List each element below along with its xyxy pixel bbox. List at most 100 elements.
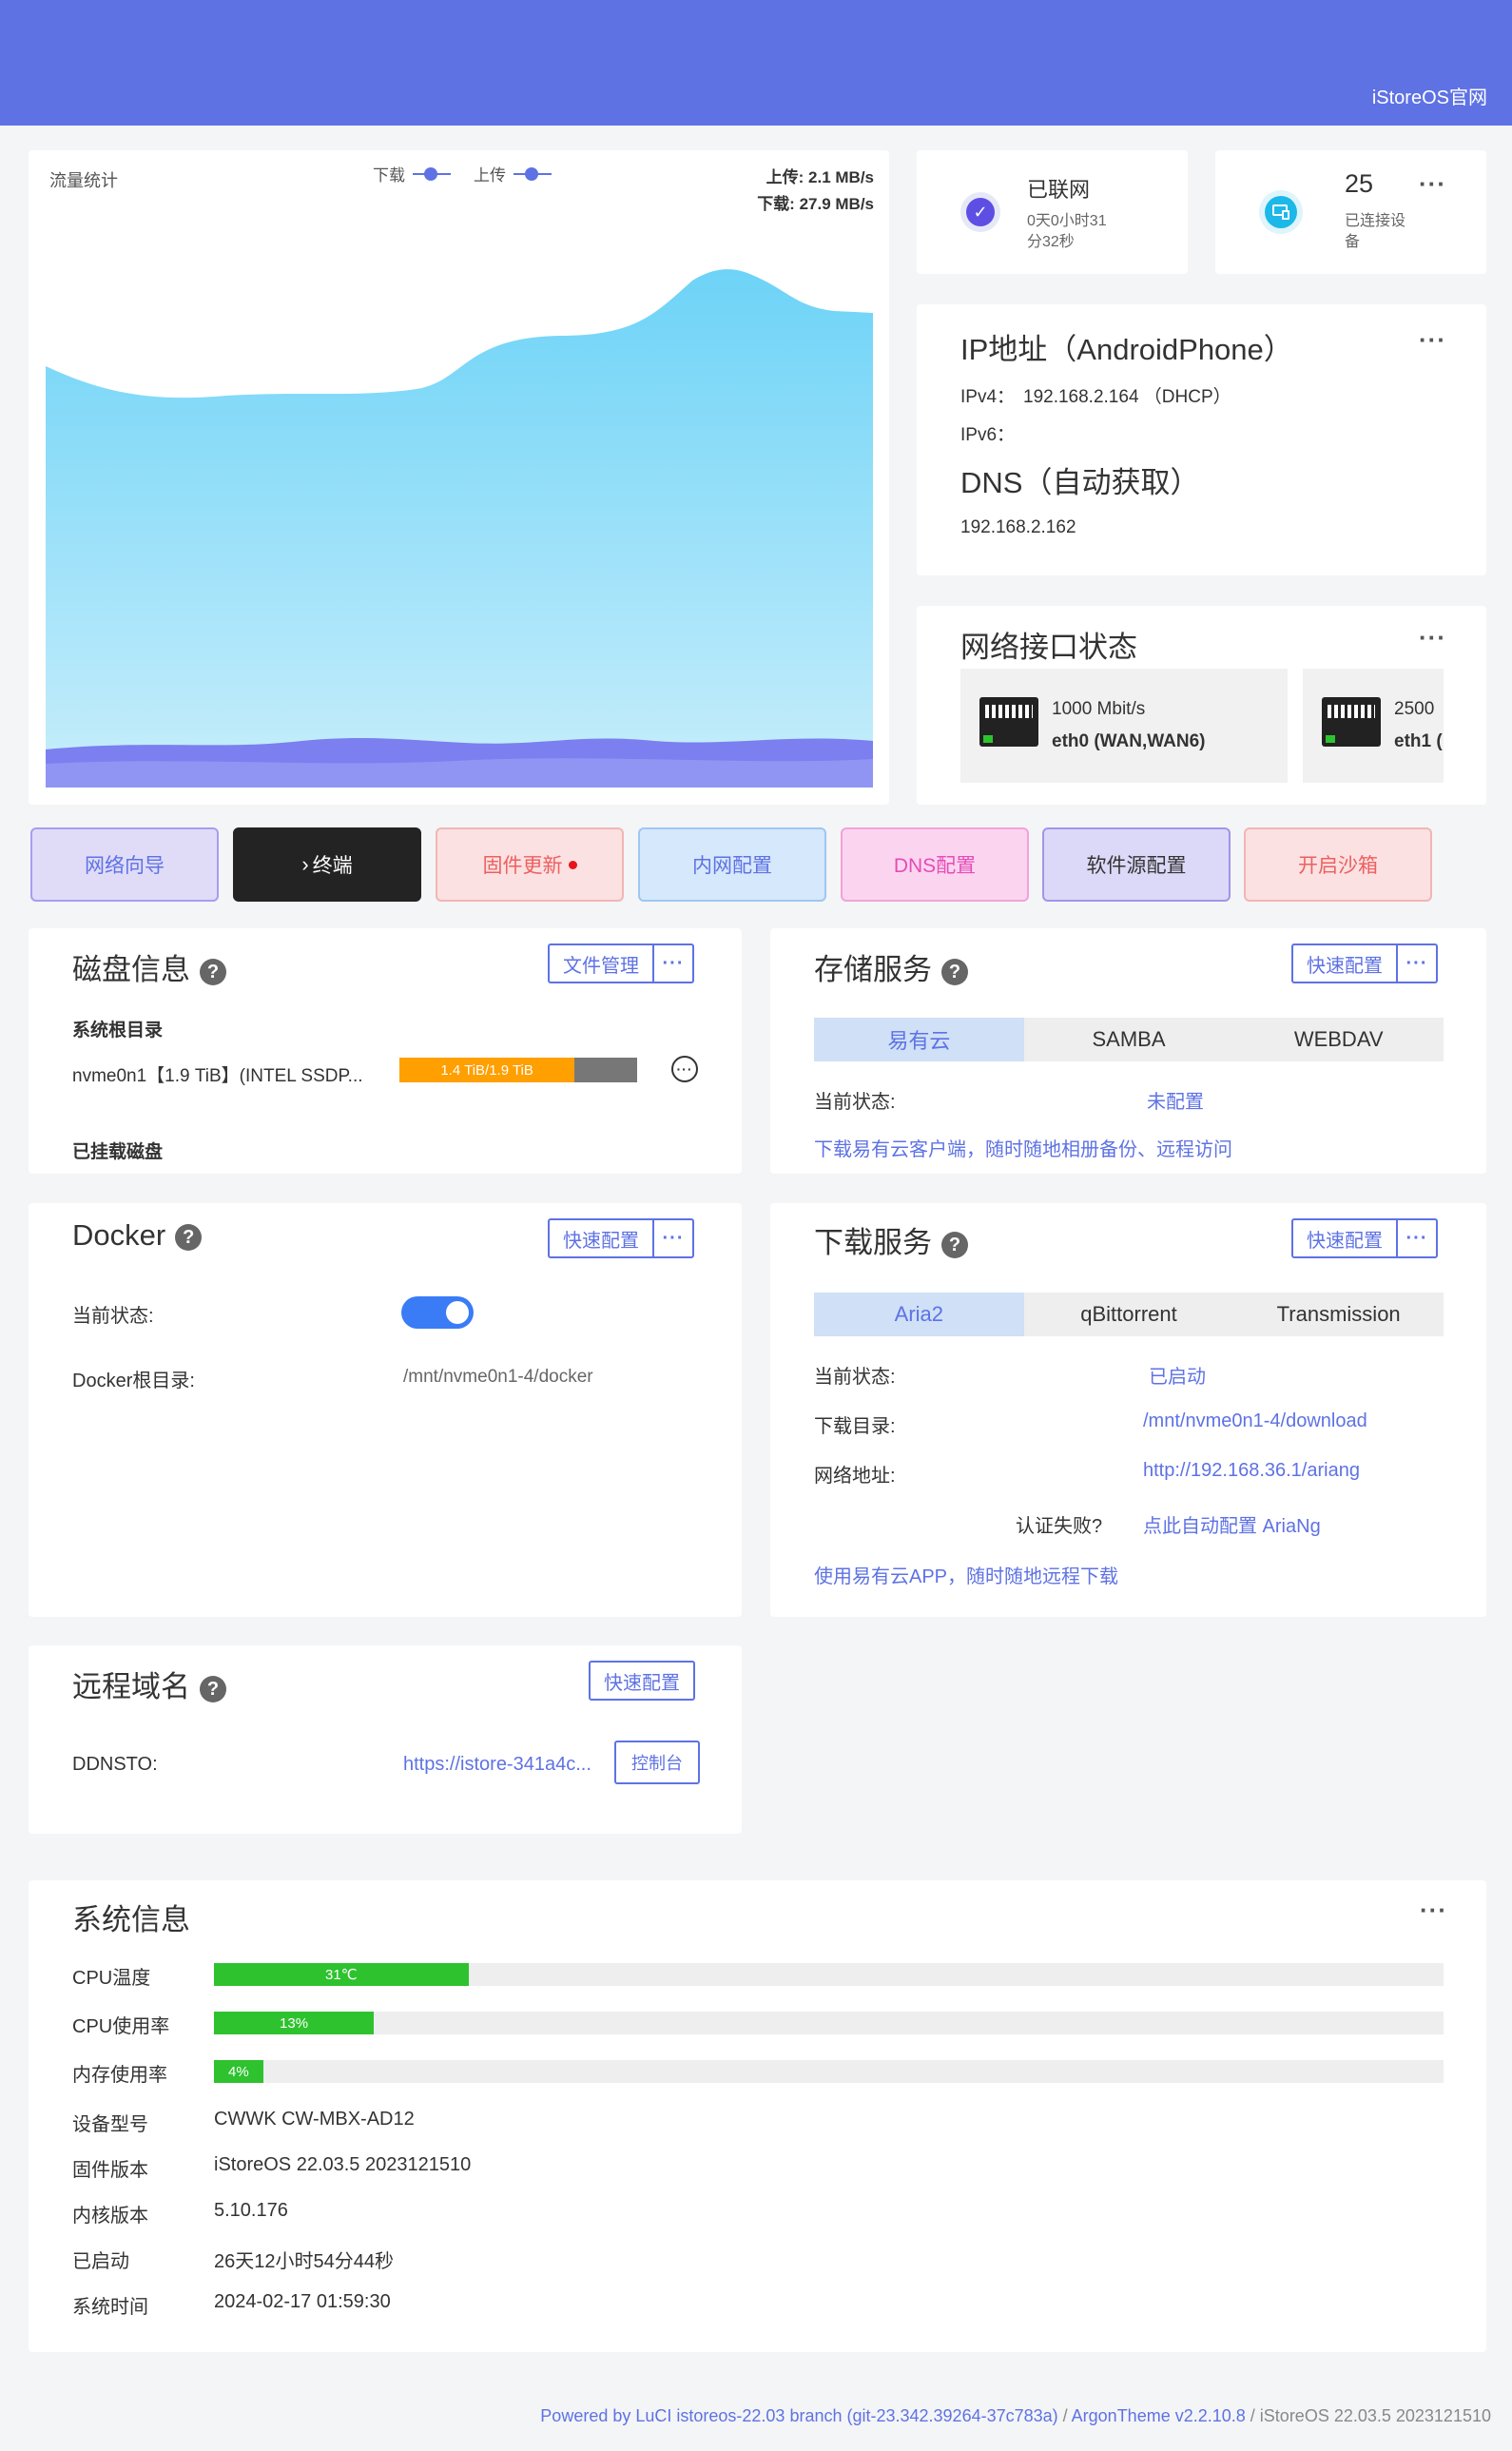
docker-status-label: 当前状态: — [72, 1306, 154, 1327]
download-quick-config-button[interactable]: 快速配置 ··· — [1291, 1218, 1438, 1258]
sandbox-button[interactable]: 开启沙箱 — [1244, 827, 1432, 902]
tab-yiyouyun[interactable]: 易有云 — [814, 1018, 1024, 1061]
tab-transmission[interactable]: Transmission — [1233, 1293, 1444, 1336]
download-area — [46, 269, 873, 788]
system-time-label: 系统时间 — [72, 2297, 148, 2318]
devices-more-icon[interactable]: ··· — [1419, 171, 1446, 196]
mem-usage-label: 内存使用率 — [72, 2065, 167, 2086]
device-model-value: CWWK CW-MBX-AD12 — [214, 2109, 415, 2130]
istoreos-website-link[interactable]: iStoreOS官网 — [1372, 82, 1487, 109]
ethernet-port-icon — [1322, 697, 1381, 747]
ddns-quick-config-button[interactable]: 快速配置 — [589, 1661, 695, 1701]
docker-root-label: Docker根目录: — [72, 1371, 195, 1391]
help-icon[interactable]: ? — [200, 1675, 226, 1702]
ddnsto-label: DDNSTO: — [72, 1754, 158, 1775]
ip-title: IP地址（AndroidPhone） — [960, 333, 1293, 366]
netif-more-icon[interactable]: ··· — [1419, 625, 1446, 650]
connection-card[interactable]: ✓ 已联网 0天0小时31 分32秒 — [917, 150, 1188, 274]
port-speed: 1000 Mbit/s — [1052, 699, 1146, 719]
footer-theme-link[interactable]: ArgonTheme v2.2.10.8 — [1072, 2406, 1246, 2425]
legend-download[interactable]: 下载 — [373, 162, 405, 185]
more-icon[interactable]: ··· — [1396, 1220, 1436, 1256]
help-icon[interactable]: ? — [175, 1223, 203, 1251]
download-status-value[interactable]: 已启动 — [1149, 1361, 1206, 1389]
devices-label-line2: 备 — [1345, 234, 1361, 250]
chevron-right-icon: › — [301, 852, 309, 876]
auto-config-ariang-link[interactable]: 点此自动配置 AriaNg — [1143, 1510, 1321, 1538]
file-management-button[interactable]: 文件管理 ··· — [548, 943, 694, 983]
update-badge-dot — [568, 860, 577, 869]
cpu-temp-label: CPU温度 — [72, 1968, 151, 1989]
download-hint-link[interactable]: 使用易有云APP，随时随地远程下载 — [814, 1561, 1118, 1588]
cpu-temp-bar: 31℃ — [214, 1963, 1444, 1986]
disk-more-icon[interactable]: ··· — [671, 1056, 698, 1082]
footer-separator: / — [1057, 2406, 1072, 2425]
more-icon[interactable]: ··· — [652, 945, 692, 982]
netif-title: 网络接口状态 — [960, 631, 1137, 664]
network-wizard-button[interactable]: 网络向导 — [30, 827, 219, 902]
more-icon[interactable]: ··· — [1396, 945, 1436, 982]
disk-usage-bar: 1.4 TiB/1.9 TiB — [399, 1058, 637, 1082]
help-icon[interactable]: ? — [200, 958, 226, 985]
cpu-usage-bar: 13% — [214, 2012, 1444, 2034]
ipv4-value: 192.168.2.164 （DHCP） — [1023, 387, 1231, 407]
download-url-label: 网络地址: — [814, 1466, 896, 1487]
cpu-temp-value: 31℃ — [325, 1967, 358, 1983]
lan-config-button[interactable]: 内网配置 — [638, 827, 826, 902]
traffic-area-chart — [46, 269, 873, 788]
tab-aria2[interactable]: Aria2 — [814, 1293, 1024, 1336]
kernel-version-label: 内核版本 — [72, 2206, 148, 2227]
netif-card: 网络接口状态 ··· 1000 Mbit/s eth0 (WAN,WAN6) 2… — [917, 606, 1486, 805]
software-source-button[interactable]: 软件源配置 — [1042, 827, 1231, 902]
legend-download-marker-icon — [413, 166, 451, 182]
terminal-button[interactable]: › 终端 — [233, 827, 421, 902]
storage-quick-config-button[interactable]: 快速配置 ··· — [1291, 943, 1438, 983]
tab-qbittorrent[interactable]: qBittorrent — [1024, 1293, 1234, 1336]
docker-quick-config-button[interactable]: 快速配置 ··· — [548, 1218, 694, 1258]
cpu-usage-label: CPU使用率 — [72, 2016, 170, 2037]
port-eth0[interactable]: 1000 Mbit/s eth0 (WAN,WAN6) — [960, 669, 1288, 783]
devices-icon — [1259, 190, 1303, 234]
tab-samba[interactable]: SAMBA — [1024, 1018, 1234, 1061]
storage-hint-link[interactable]: 下载易有云客户端，随时随地相册备份、远程访问 — [814, 1134, 1232, 1161]
port-speed: 2500 — [1394, 699, 1435, 719]
sysinfo-title: 系统信息 — [72, 1903, 190, 1936]
ddnsto-url-link[interactable]: https://istore-341a4c... — [403, 1754, 591, 1776]
disk-usage-text: 1.4 TiB/1.9 TiB — [440, 1061, 533, 1079]
ddns-console-button[interactable]: 控制台 — [614, 1741, 700, 1784]
ddns-card: 远程域名? 快速配置 DDNSTO: https://istore-341a4c… — [29, 1645, 742, 1834]
download-url-value[interactable]: http://192.168.36.1/ariang — [1143, 1460, 1360, 1482]
storage-status-value[interactable]: 未配置 — [1147, 1086, 1204, 1114]
docker-card: Docker? 快速配置 ··· 当前状态: Docker根目录: /mnt/nv… — [29, 1203, 742, 1617]
tab-webdav[interactable]: WEBDAV — [1233, 1018, 1444, 1061]
dns-value: 192.168.2.162 — [960, 517, 1076, 537]
kernel-version-value: 5.10.176 — [214, 2200, 288, 2221]
download-tabs: Aria2 qBittorrent Transmission — [814, 1293, 1444, 1336]
sysinfo-more-icon[interactable]: ··· — [1420, 1897, 1447, 1922]
ip-more-icon[interactable]: ··· — [1419, 327, 1446, 352]
disk-card: 磁盘信息? 文件管理 ··· 系统根目录 nvme0n1【1.9 TiB】(INT… — [29, 928, 742, 1174]
help-icon[interactable]: ? — [941, 958, 968, 985]
firmware-update-button[interactable]: 固件更新 — [436, 827, 624, 902]
footer-powered-link[interactable]: Powered by LuCI istoreos-22.03 branch (g… — [540, 2406, 1057, 2425]
firmware-version-value: iStoreOS 22.03.5 2023121510 — [214, 2154, 472, 2175]
devices-card[interactable]: 25 已连接设 备 ··· — [1215, 150, 1486, 274]
system-time-value: 2024-02-17 01:59:30 — [214, 2291, 391, 2312]
legend-upload[interactable]: 上传 — [474, 162, 506, 185]
ipv4-label: IPv4： — [960, 387, 1016, 407]
dns-config-button[interactable]: DNS配置 — [841, 827, 1029, 902]
netif-scroll[interactable]: 1000 Mbit/s eth0 (WAN,WAN6) 2500 eth1 ( — [960, 669, 1444, 783]
storage-tabs: 易有云 SAMBA WEBDAV — [814, 1018, 1444, 1061]
port-eth1[interactable]: 2500 eth1 ( — [1303, 669, 1444, 783]
help-icon[interactable]: ? — [941, 1231, 968, 1258]
storage-status-label: 当前状态: — [814, 1092, 896, 1113]
download-status-label: 当前状态: — [814, 1367, 896, 1388]
more-icon[interactable]: ··· — [652, 1220, 692, 1256]
download-dir-value[interactable]: /mnt/nvme0n1-4/download — [1143, 1410, 1367, 1432]
legend-upload-marker-icon — [514, 166, 552, 182]
docker-toggle[interactable] — [401, 1296, 474, 1329]
mem-usage-value: 4% — [228, 2063, 249, 2080]
uptime-value: 26天12小时54分44秒 — [214, 2251, 394, 2272]
disk-device: nvme0n1【1.9 TiB】(INTEL SSDP... — [72, 1066, 363, 1086]
mem-usage-bar: 4% — [214, 2060, 1444, 2083]
